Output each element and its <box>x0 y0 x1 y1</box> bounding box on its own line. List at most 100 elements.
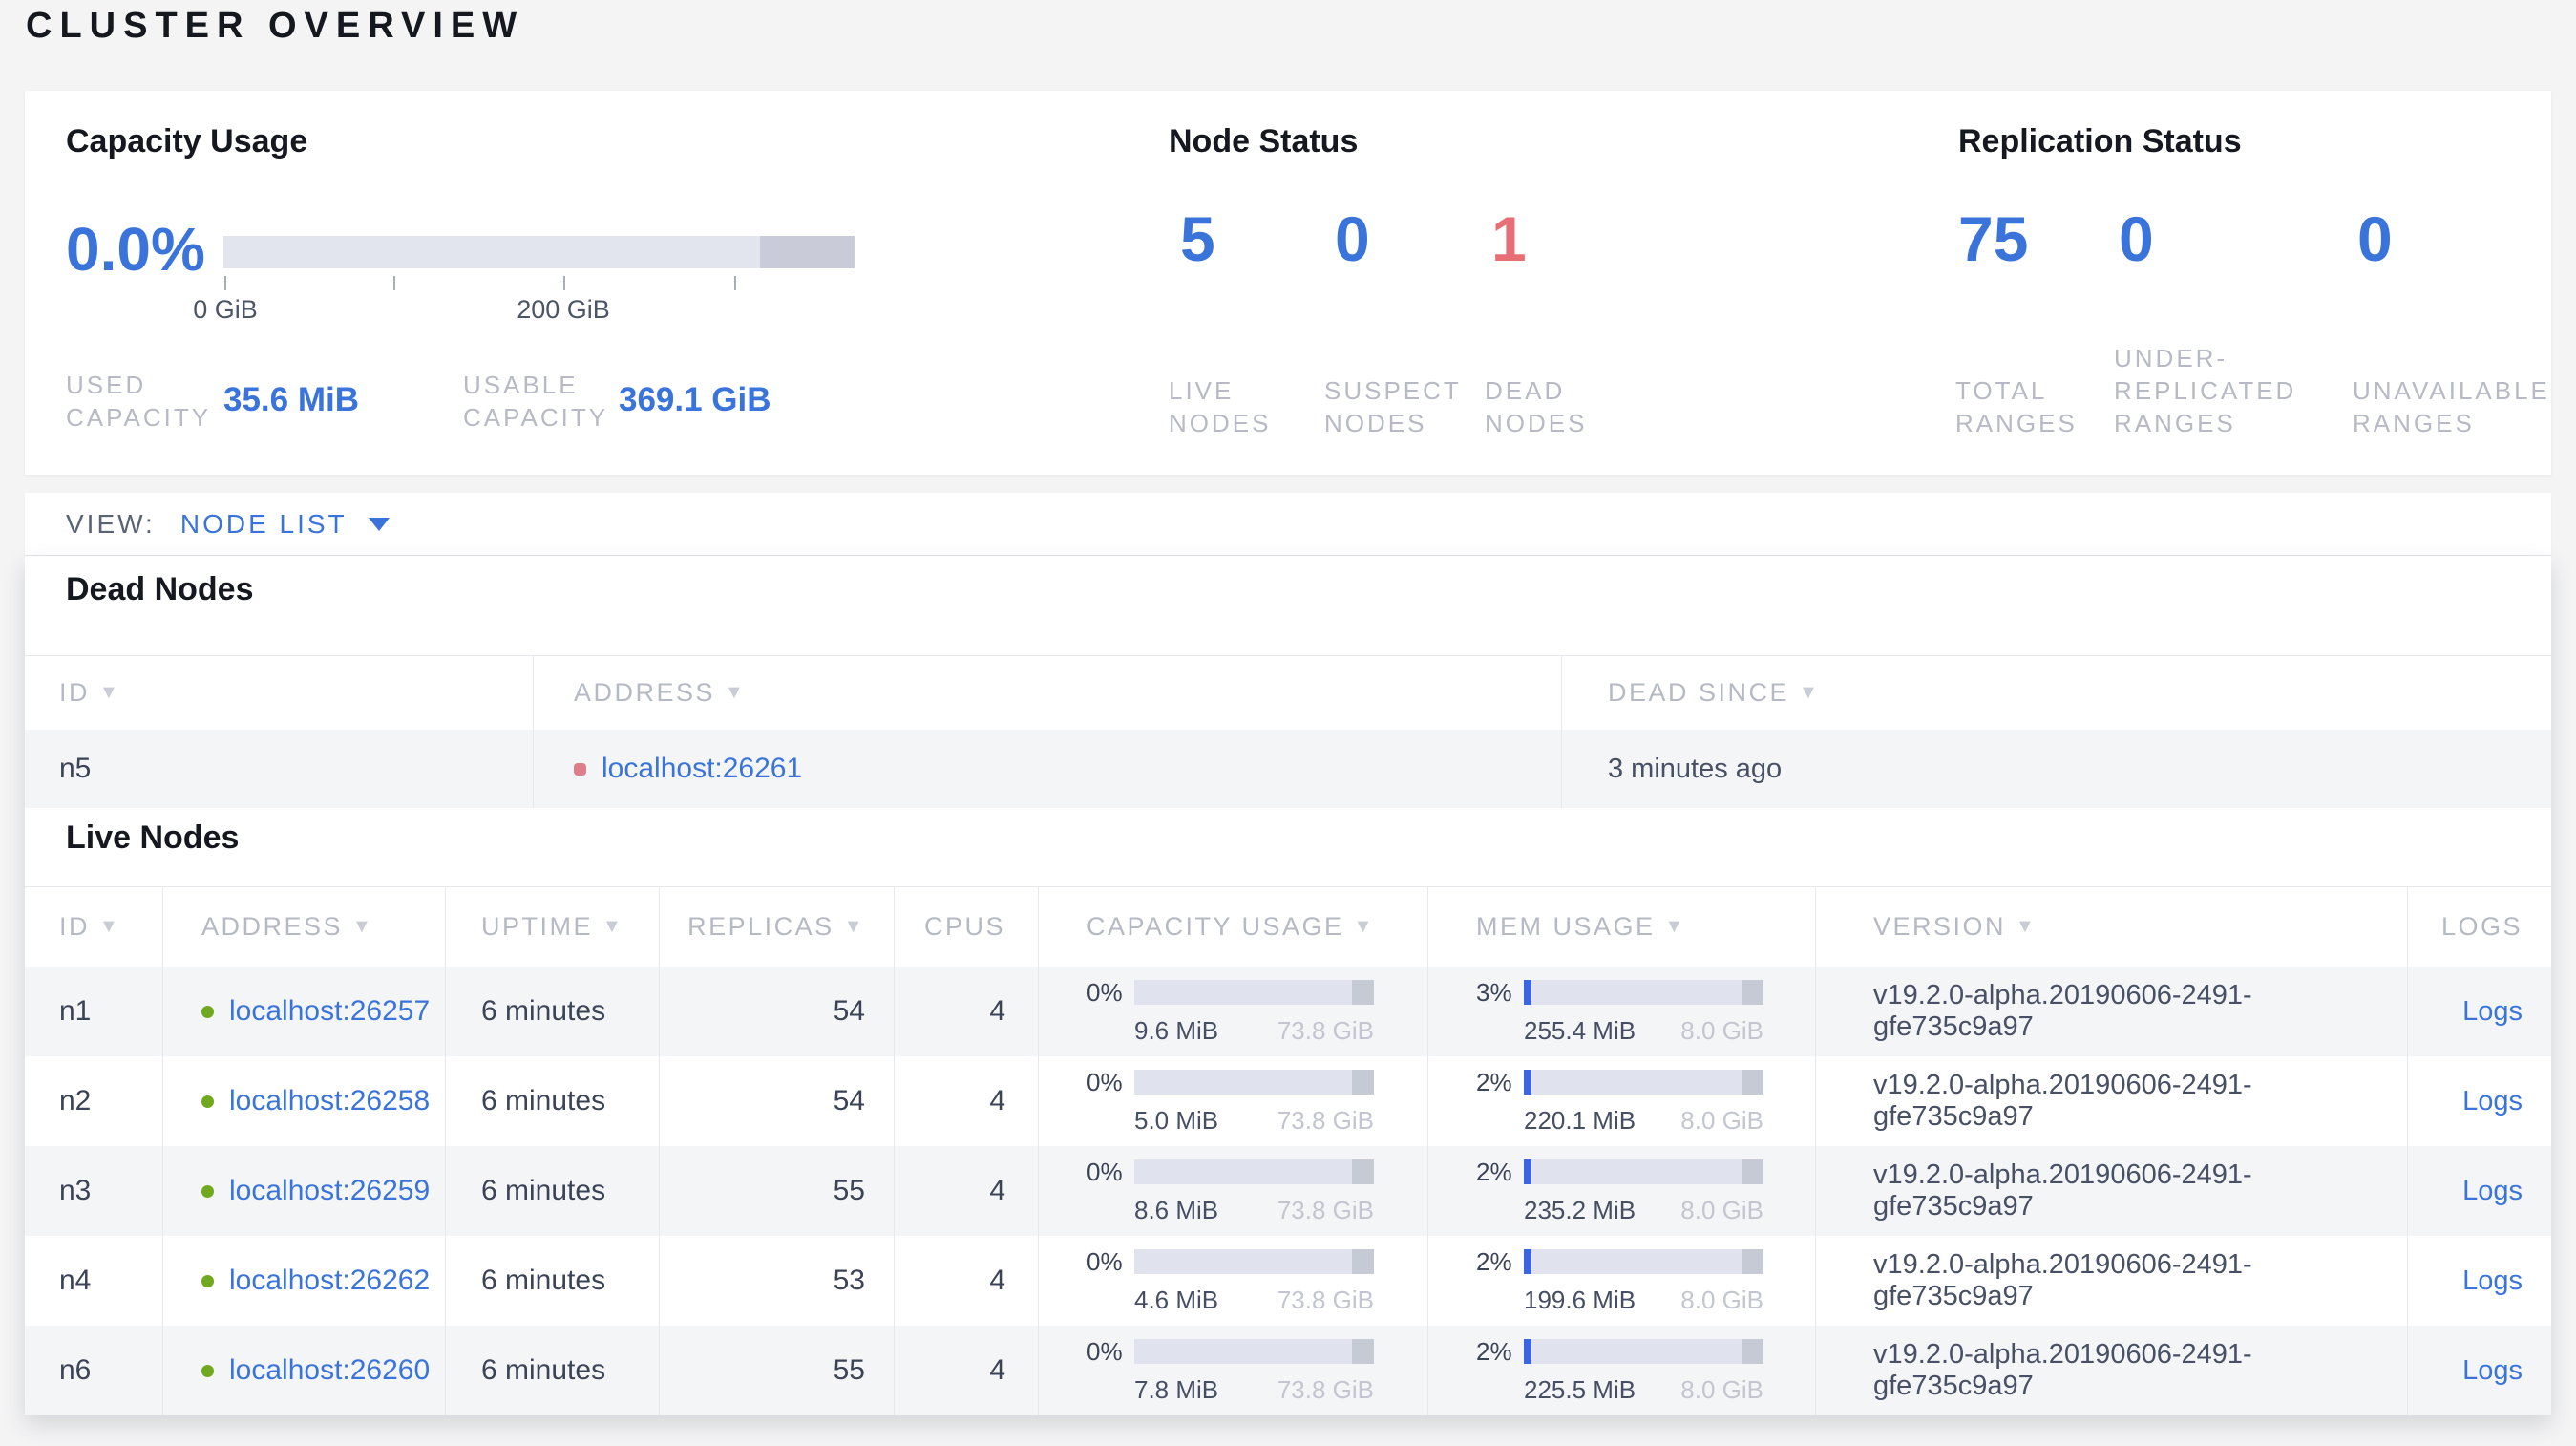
node-address-link[interactable]: localhost:26261 <box>602 753 802 785</box>
capacity-usage-percent: 0% <box>1087 1067 1123 1096</box>
capacity-usage-labels: 9.6 MiB 73.8 GiB <box>1134 1016 1374 1046</box>
sort-icon: ▼ <box>2016 916 2038 937</box>
capacity-usage-percent: 0% <box>1087 1336 1123 1366</box>
view-bar: VIEW: NODE LIST <box>25 493 2551 556</box>
column-header-address[interactable]: ADDRESS ▼ <box>533 656 1561 730</box>
replicas-value: 55 <box>833 1354 865 1386</box>
address-cell: localhost:26257 <box>162 967 445 1056</box>
mem-usage-total-value: 8.0 GiB <box>1680 1285 1763 1314</box>
node-address-link[interactable]: localhost:26262 <box>229 1265 430 1297</box>
column-header-capacity-usage[interactable]: CAPACITY USAGE ▼ <box>1038 887 1427 967</box>
suspect-nodes-label: SUSPECT NODES <box>1324 376 1462 437</box>
capacity-usage: 0% 5.0 MiB 73.8 GiB <box>1038 1056 1427 1146</box>
logs-link[interactable]: Logs <box>2462 1265 2523 1297</box>
used-capacity-label: USED CAPACITY <box>66 371 212 432</box>
node-live-icon <box>201 1005 214 1018</box>
mem-usage-bar <box>1524 1070 1763 1095</box>
view-dropdown[interactable]: NODE LIST <box>180 509 390 540</box>
live-nodes-heading: Live Nodes <box>66 819 240 856</box>
capacity-usage: 0% 4.6 MiB 73.8 GiB <box>1038 1236 1427 1326</box>
column-header-id[interactable]: ID ▼ <box>25 887 162 967</box>
node-address-link[interactable]: localhost:26257 <box>229 995 430 1028</box>
version-cell: v19.2.0-alpha.20190606-2491-gfe735c9a97 <box>1815 1326 2407 1415</box>
version-cell: v19.2.0-alpha.20190606-2491-gfe735c9a97 <box>1815 967 2407 1056</box>
mem-usage-bar-row: 2% <box>1476 1247 1763 1277</box>
mem-usage-percent: 2% <box>1476 1336 1512 1366</box>
sort-icon: ▼ <box>1664 916 1686 937</box>
logs-link[interactable]: Logs <box>2462 1355 2523 1387</box>
capacity-usage-total-value: 73.8 GiB <box>1277 1105 1374 1135</box>
column-header-mem-usage[interactable]: MEM USAGE ▼ <box>1427 887 1815 967</box>
capacity-usage-total-value: 73.8 GiB <box>1277 1374 1374 1404</box>
replicas-cell: 55 <box>659 1326 894 1415</box>
live-nodes-label: LIVE NODES <box>1169 376 1272 437</box>
capacity-usage-percent: 0% <box>1087 977 1123 1007</box>
replicas-value: 53 <box>833 1265 865 1296</box>
capacity-bar-nonusable-segment <box>759 236 855 268</box>
node-id: n6 <box>59 1354 92 1386</box>
logs-cell: Logs <box>2407 1056 2551 1146</box>
logs-link[interactable]: Logs <box>2462 1086 2523 1117</box>
total-ranges-count: 75 <box>1958 203 2029 274</box>
column-header-address[interactable]: ADDRESS ▼ <box>162 887 445 967</box>
summary-card: Capacity Usage 0.0% 0 GiB 200 GiB USED C… <box>25 91 2551 475</box>
logs-link[interactable]: Logs <box>2462 1176 2523 1207</box>
view-dropdown-value: NODE LIST <box>179 508 348 539</box>
column-header-logs: LOGS <box>2407 887 2551 967</box>
mem-usage-used-value: 199.6 MiB <box>1524 1285 1636 1314</box>
logs-cell: Logs <box>2407 1146 2551 1236</box>
node-address-link[interactable]: localhost:26258 <box>229 1085 430 1117</box>
mem-usage-total-value: 8.0 GiB <box>1680 1195 1763 1224</box>
capacity-usage-bar <box>1134 1249 1374 1274</box>
uptime-value: 6 minutes <box>481 1265 606 1296</box>
capacity-usage-used-value: 8.6 MiB <box>1134 1195 1219 1224</box>
usable-capacity-value: 369.1 GiB <box>619 381 771 418</box>
node-status-heading: Node Status <box>1169 123 1359 159</box>
column-header-id[interactable]: ID ▼ <box>25 656 533 730</box>
column-header-replicas[interactable]: REPLICAS ▼ <box>659 887 894 967</box>
mem-usage-bar-fill <box>1524 1249 1531 1274</box>
cpus-value: 4 <box>989 1085 1005 1116</box>
sort-icon: ▼ <box>1799 682 1821 703</box>
cluster-overview-page: CLUSTER OVERVIEW Capacity Usage 0.0% 0 G… <box>0 0 2576 1446</box>
column-header-dead-since[interactable]: DEAD SINCE ▼ <box>1561 656 2551 730</box>
axis-tick-label: 200 GiB <box>517 295 610 324</box>
column-header-version[interactable]: VERSION ▼ <box>1815 887 2407 967</box>
mem-usage-bar-fill <box>1524 1070 1531 1095</box>
replicas-cell: 54 <box>659 1056 894 1146</box>
cpus-cell: 4 <box>894 967 1038 1056</box>
live-nodes-header-row: ID ▼ ADDRESS ▼ UPTIME ▼ REPLICAS ▼ CPUS CAPACITY … <box>25 886 2551 967</box>
capacity-usage-bar-row: 0% <box>1087 1068 1374 1097</box>
capacity-usage-bar <box>1134 1339 1374 1364</box>
column-header-uptime[interactable]: UPTIME ▼ <box>445 887 659 967</box>
capacity-usage-labels: 4.6 MiB 73.8 GiB <box>1134 1286 1374 1315</box>
capacity-usage-used-value: 9.6 MiB <box>1134 1015 1219 1045</box>
cpus-cell: 4 <box>894 1236 1038 1326</box>
column-header-label: UPTIME <box>481 912 594 941</box>
column-header-label: DEAD SINCE <box>1608 678 1790 707</box>
replicas-cell: 54 <box>659 967 894 1056</box>
node-live-icon <box>201 1364 214 1377</box>
capacity-usage: 0% 8.6 MiB 73.8 GiB <box>1038 1146 1427 1236</box>
capacity-usage-heading: Capacity Usage <box>66 123 308 159</box>
replicas-cell: 55 <box>659 1146 894 1236</box>
node-address-link[interactable]: localhost:26260 <box>229 1354 430 1387</box>
dead-since-value: 3 minutes ago <box>1608 753 1783 784</box>
cpus-cell: 4 <box>894 1056 1038 1146</box>
capacity-usage-bar-tail-segment <box>1352 1070 1374 1095</box>
version-value: v19.2.0-alpha.20190606-2491-gfe735c9a97 <box>1873 1339 2252 1401</box>
mem-usage: 2% 199.6 MiB 8.0 GiB <box>1427 1236 1815 1326</box>
mem-usage-bar-row: 2% <box>1476 1337 1763 1367</box>
dead-nodes-header-row: ID ▼ ADDRESS ▼ DEAD SINCE ▼ <box>25 655 2551 730</box>
unavailable-ranges-label: UNAVAILABLE RANGES <box>2353 376 2550 437</box>
address-cell: localhost:26259 <box>162 1146 445 1236</box>
capacity-usage-bar-row: 0% <box>1087 1337 1374 1367</box>
capacity-usage-labels: 7.8 MiB 73.8 GiB <box>1134 1375 1374 1405</box>
node-address-link[interactable]: localhost:26259 <box>229 1175 430 1207</box>
column-header-label: REPLICAS <box>687 912 834 941</box>
live-nodes-body: n1 localhost:26257 6 minutes 54 4 0% 9.6 MiB 73… <box>25 967 2551 1415</box>
uptime-cell: 6 minutes <box>445 1146 659 1236</box>
column-header-label: ADDRESS <box>574 678 716 707</box>
mem-usage: 2% 220.1 MiB 8.0 GiB <box>1427 1056 1815 1146</box>
logs-link[interactable]: Logs <box>2462 996 2523 1028</box>
